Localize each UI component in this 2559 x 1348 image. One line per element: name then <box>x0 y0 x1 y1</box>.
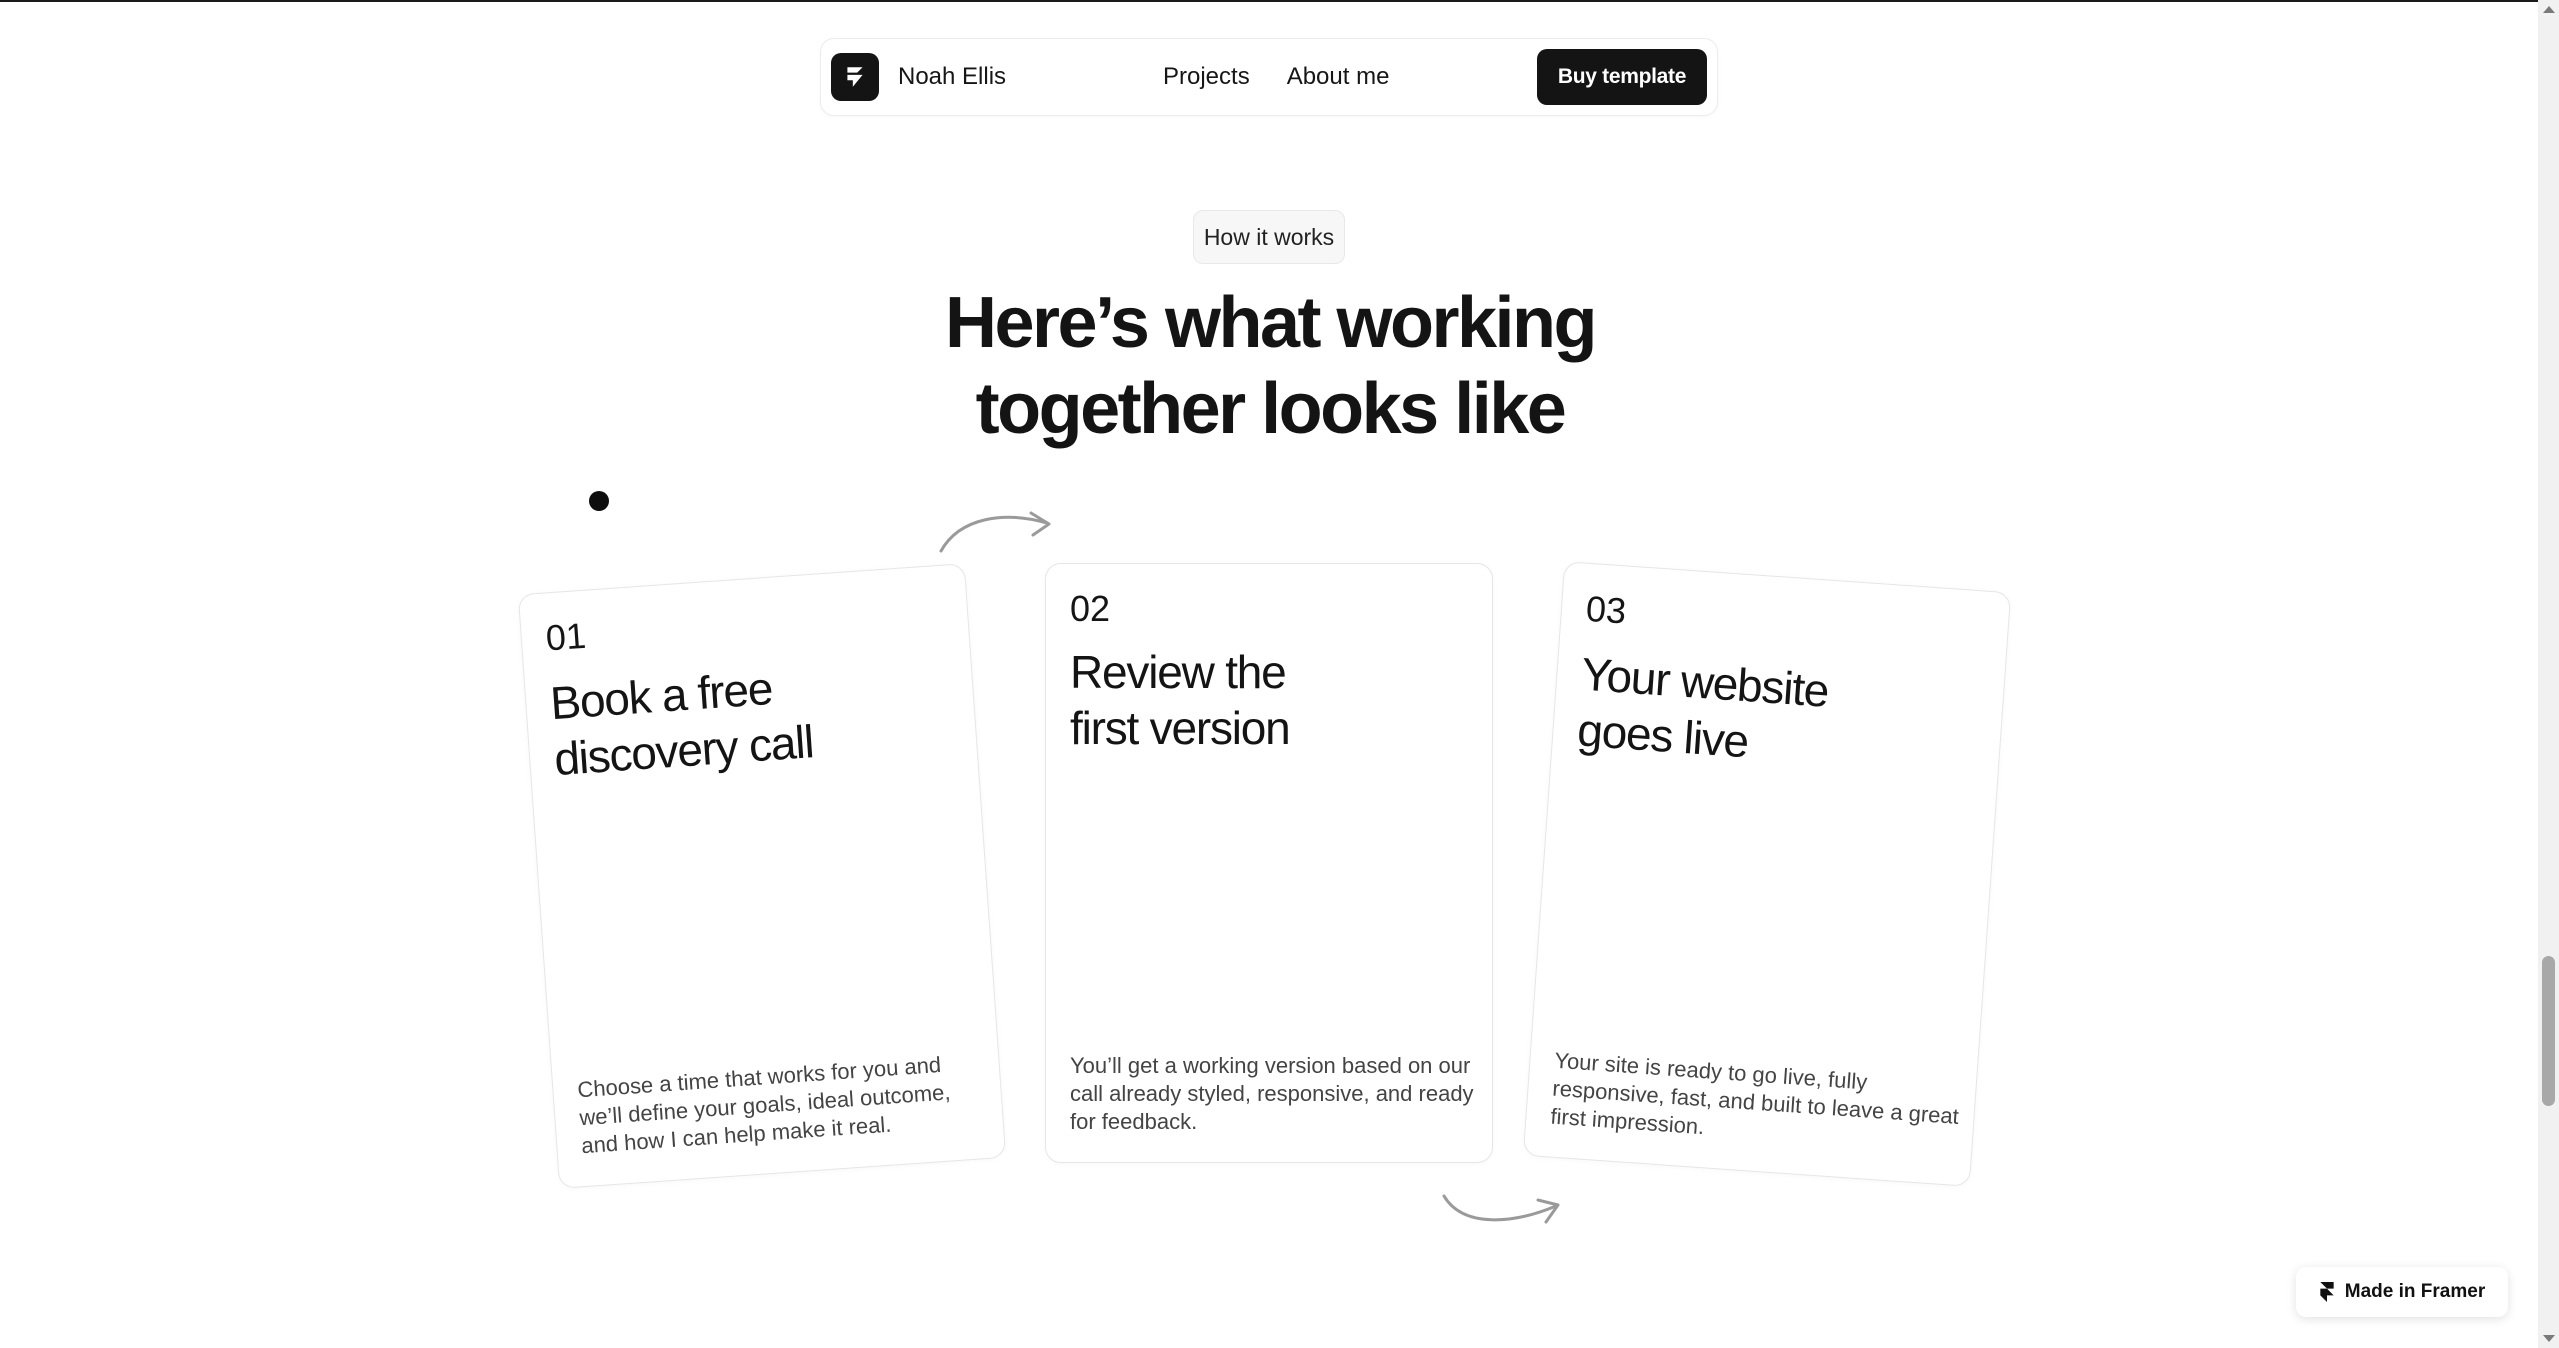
nav-links: Projects About me <box>1163 63 1389 91</box>
framer-icon <box>2320 1282 2334 1302</box>
scrollbar[interactable] <box>2538 0 2559 1348</box>
curved-arrow-icon <box>1442 1194 1560 1224</box>
step-card-1: 01 Book a free discovery call Choose a t… <box>517 563 1007 1189</box>
step-number: 02 <box>1070 588 1111 629</box>
nav-link-about[interactable]: About me <box>1287 63 1390 91</box>
step-title-line: first version <box>1070 702 1291 754</box>
section-headline: Here’s what working together looks like <box>830 280 1710 452</box>
top-border <box>0 0 2538 2</box>
made-in-framer-badge[interactable]: Made in Framer <box>2296 1267 2508 1317</box>
step-description: You’ll get a working version based on ou… <box>1070 1053 1474 1134</box>
step-title: Your website goes live <box>1576 646 1943 783</box>
headline-line-2: together looks like <box>975 369 1567 449</box>
cursor-dot <box>589 491 609 511</box>
curved-arrow-icon <box>939 511 1051 553</box>
headline-line-1: Here’s what working <box>945 283 1598 363</box>
step-number: 03 <box>1584 587 1628 632</box>
scroll-thumb[interactable] <box>2542 956 2555 1106</box>
step-number: 01 <box>544 614 588 659</box>
step-title: Book a free discovery call <box>548 650 915 787</box>
scroll-down-arrow-icon[interactable] <box>2543 1335 2555 1342</box>
nav-link-projects[interactable]: Projects <box>1163 63 1250 91</box>
step-description: Your site is ready to go live, fully res… <box>1549 1047 1960 1140</box>
step-description: Choose a time that works for you and we’… <box>576 1052 952 1159</box>
buy-template-button[interactable]: Buy template <box>1537 49 1707 105</box>
step-card-3: 03 Your website goes live Your site is r… <box>1522 561 2012 1187</box>
section-badge: How it works <box>1193 210 1345 264</box>
scroll-up-arrow-icon[interactable] <box>2543 6 2555 13</box>
step-title: Review the first version <box>1070 644 1430 756</box>
step-card-2: 02 Review the first version You’ll get a… <box>1045 563 1493 1163</box>
framer-logo-icon[interactable] <box>831 53 879 101</box>
brand-name[interactable]: Noah Ellis <box>898 63 1158 91</box>
navbar: Noah Ellis Projects About me Buy templat… <box>820 38 1718 116</box>
framer-badge-label: Made in Framer <box>2344 1281 2486 1302</box>
page: Noah Ellis Projects About me Buy templat… <box>0 0 2559 1348</box>
step-title-line: Review the <box>1070 646 1287 698</box>
